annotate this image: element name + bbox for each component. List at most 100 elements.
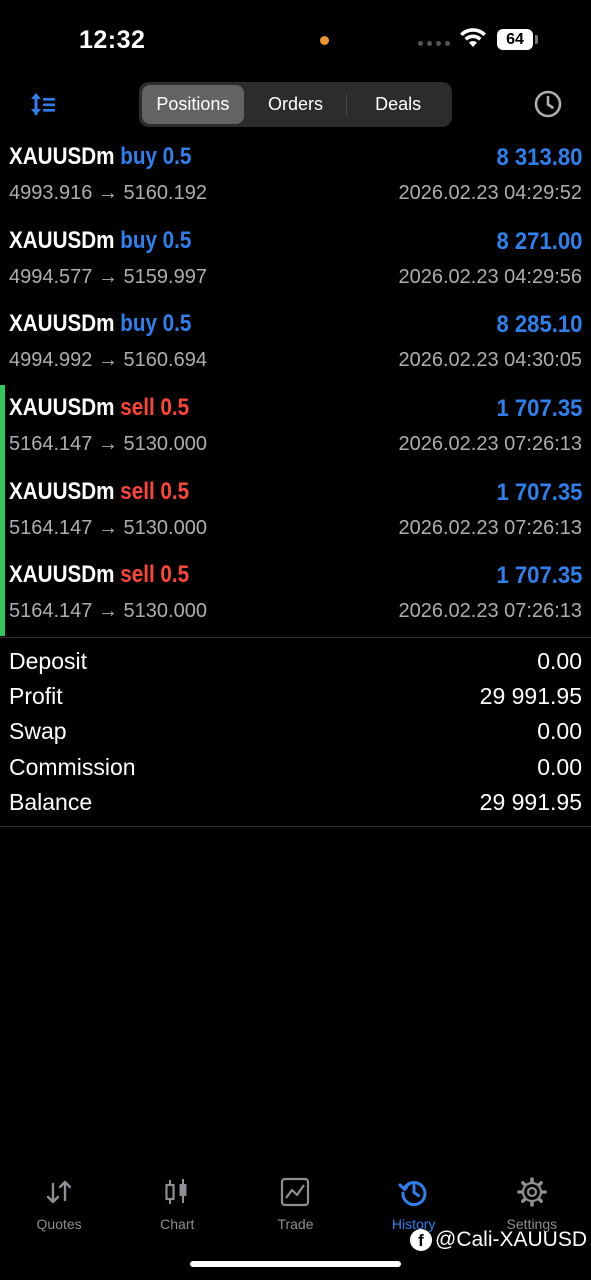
tab-label: Quotes	[36, 1216, 82, 1232]
position-row[interactable]: XAUUSDm buy 0.5 8 313.80 4993.916 → 5160…	[0, 134, 591, 218]
summary-label: Balance	[9, 788, 93, 815]
arrow-right-icon: →	[97, 433, 118, 456]
position-prices: 5164.147 → 5130.000	[9, 433, 207, 456]
sort-icon[interactable]	[28, 90, 58, 118]
position-symbol: XAUUSDm	[9, 477, 115, 505]
summary-row-deposit: Deposit 0.00	[0, 644, 591, 679]
history-clock-icon	[398, 1181, 427, 1207]
position-symbol: XAUUSDm	[9, 310, 115, 338]
position-profit: 8 271.00	[496, 227, 582, 255]
position-profit: 1 707.35	[496, 478, 582, 506]
position-volume: 0.5	[162, 226, 192, 254]
battery-nub	[535, 35, 538, 44]
open-price: 5164.147	[9, 433, 93, 456]
open-price: 4993.916	[9, 182, 93, 204]
arrow-right-icon: →	[97, 600, 118, 623]
tab-chart[interactable]: Chart	[118, 1170, 236, 1240]
arrow-right-icon: →	[97, 265, 118, 288]
close-price: 5130.000	[123, 433, 207, 456]
arrow-right-icon: →	[97, 516, 118, 539]
arrow-right-icon: →	[97, 182, 118, 204]
position-symbol: XAUUSDm	[9, 394, 115, 422]
position-title: XAUUSDm buy 0.5	[9, 143, 191, 171]
position-datetime: 2026.02.23 07:26:13	[398, 433, 582, 456]
status-time: 12:32	[79, 26, 146, 54]
position-row[interactable]: XAUUSDm buy 0.5 8 271.00 4994.577 → 5159…	[0, 218, 591, 302]
tab-deals[interactable]: Deals	[347, 85, 449, 124]
position-symbol: XAUUSDm	[9, 143, 115, 170]
clock-icon[interactable]	[533, 89, 563, 119]
position-prices: 4993.916 → 5160.192	[9, 182, 207, 205]
candlestick-chart-icon	[165, 1179, 187, 1204]
positions-list: XAUUSDm buy 0.5 8 313.80 4993.916 → 5160…	[0, 134, 591, 636]
position-datetime: 2026.02.23 07:26:13	[398, 516, 582, 539]
segmented-control: Positions Orders Deals	[139, 82, 452, 127]
toolbar: Positions Orders Deals	[0, 80, 591, 130]
close-price: 5130.000	[123, 516, 207, 539]
quotes-arrows-icon	[46, 1180, 72, 1204]
position-profit: 1 707.35	[496, 562, 582, 590]
close-price: 5159.997	[123, 265, 207, 288]
position-datetime: 2026.02.23 04:30:05	[398, 349, 582, 372]
summary-label: Commission	[9, 753, 136, 780]
summary-value: 0.00	[537, 718, 582, 745]
summary-value: 0.00	[537, 753, 582, 780]
status-bar: 12:32 64	[0, 0, 591, 80]
position-direction: sell	[120, 477, 155, 505]
position-profit: 8 313.80	[496, 144, 582, 171]
position-profit: 8 285.10	[496, 311, 582, 339]
battery-icon: 64	[497, 29, 533, 50]
position-direction: buy	[120, 310, 157, 338]
watermark-text: @Cali-XAUUSD	[435, 1228, 588, 1251]
position-symbol: XAUUSDm	[9, 561, 115, 589]
position-profit: 1 707.35	[496, 395, 582, 423]
account-summary: Deposit 0.00 Profit 29 991.95 Swap 0.00 …	[0, 637, 591, 827]
summary-row-commission: Commission 0.00	[0, 750, 591, 785]
tab-quotes[interactable]: Quotes	[0, 1170, 118, 1240]
position-title: XAUUSDm buy 0.5	[9, 227, 191, 255]
tab-label: Chart	[160, 1216, 195, 1232]
open-price: 4994.577	[9, 265, 93, 288]
position-title: XAUUSDm buy 0.5	[9, 310, 191, 338]
position-volume: 0.5	[162, 143, 192, 170]
position-title: XAUUSDm sell 0.5	[9, 561, 189, 589]
summary-label: Profit	[9, 683, 63, 710]
position-prices: 4994.992 → 5160.694	[9, 349, 207, 372]
position-prices: 4994.577 → 5159.997	[9, 266, 207, 289]
position-row[interactable]: XAUUSDm sell 0.5 1 707.35 5164.147 → 513…	[0, 552, 591, 636]
privacy-indicator-icon	[320, 36, 329, 45]
open-price: 5164.147	[9, 600, 93, 623]
arrow-right-icon: →	[97, 349, 118, 372]
tab-label: Trade	[277, 1216, 314, 1232]
position-prices: 5164.147 → 5130.000	[9, 600, 207, 623]
position-symbol: XAUUSDm	[9, 226, 115, 254]
summary-value: 0.00	[537, 648, 582, 675]
watermark: f @Cali-XAUUSD	[410, 1228, 587, 1252]
position-volume: 0.5	[162, 310, 192, 338]
home-indicator[interactable]	[190, 1261, 401, 1267]
trade-line-chart-icon	[281, 1177, 310, 1207]
position-datetime: 2026.02.23 04:29:52	[398, 182, 582, 204]
summary-label: Deposit	[9, 648, 87, 675]
tab-orders[interactable]: Orders	[245, 85, 347, 124]
position-direction: sell	[120, 394, 155, 422]
summary-row-swap: Swap 0.00	[0, 714, 591, 749]
position-title: XAUUSDm sell 0.5	[9, 478, 189, 506]
tab-positions[interactable]: Positions	[142, 85, 244, 124]
wifi-icon	[460, 28, 486, 47]
position-title: XAUUSDm sell 0.5	[9, 394, 189, 422]
position-datetime: 2026.02.23 07:26:13	[398, 600, 582, 623]
position-row[interactable]: XAUUSDm sell 0.5 1 707.35 5164.147 → 513…	[0, 468, 591, 553]
position-row[interactable]: XAUUSDm buy 0.5 8 285.10 4994.992 → 5160…	[0, 301, 591, 385]
position-direction: buy	[120, 226, 157, 254]
position-volume: 0.5	[160, 561, 190, 589]
tab-trade[interactable]: Trade	[236, 1170, 354, 1240]
summary-value: 29 991.95	[479, 788, 582, 815]
gear-icon	[517, 1177, 547, 1207]
summary-value: 29 991.95	[479, 683, 582, 710]
close-price: 5160.694	[123, 349, 207, 372]
close-price: 5130.000	[123, 600, 207, 623]
position-datetime: 2026.02.23 04:29:56	[398, 265, 582, 288]
position-volume: 0.5	[160, 394, 190, 422]
position-row[interactable]: XAUUSDm sell 0.5 1 707.35 5164.147 → 513…	[0, 385, 591, 469]
